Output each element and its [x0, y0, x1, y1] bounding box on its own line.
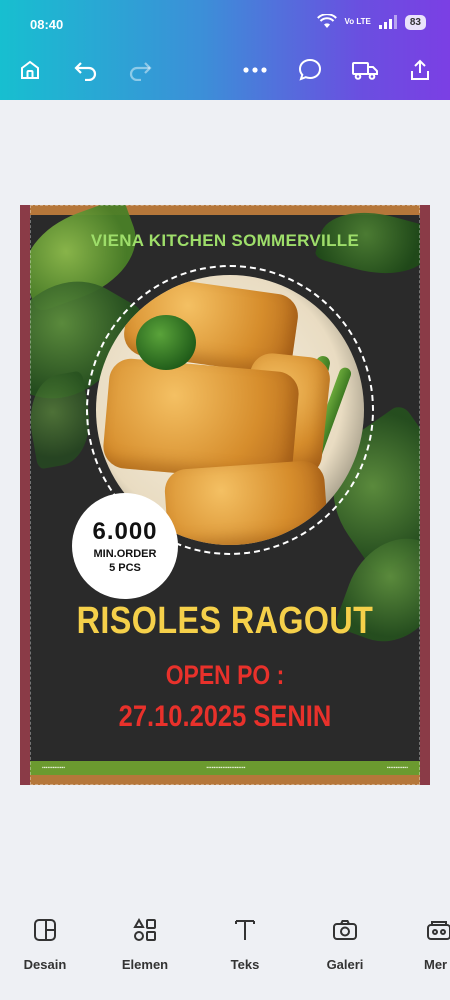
brand-name[interactable]: VIENA KITCHEN SOMMERVILLE — [30, 231, 420, 251]
nav-label: Teks — [230, 957, 260, 972]
text-icon — [235, 920, 255, 940]
undo-icon — [74, 62, 97, 81]
headline-title[interactable]: RISOLES RAGOUT — [59, 600, 391, 643]
badge-pcs: 5 PCS — [109, 562, 141, 574]
nav-item-desain[interactable]: Desain — [10, 917, 80, 972]
redo-icon — [129, 62, 152, 81]
share-icon — [411, 59, 429, 80]
signal-icon — [378, 15, 397, 29]
layout-icon — [34, 919, 56, 941]
status-icons: Vo LTE 83 — [316, 14, 426, 30]
nav-item-teks[interactable]: Teks — [210, 917, 280, 972]
badge-price: 6.000 — [92, 518, 158, 545]
frame-bottom — [30, 775, 420, 785]
comment-button[interactable] — [294, 54, 326, 86]
comment-icon — [298, 58, 322, 81]
bottom-navigation: Desain Elemen Teks Galeri Mer — [0, 905, 450, 1000]
wifi-icon — [316, 14, 337, 28]
open-date-text[interactable]: 27.10.2025 SENIN — [59, 700, 391, 734]
nav-item-galeri[interactable]: Galeri — [310, 917, 380, 972]
status-time: 08:40 — [30, 17, 64, 32]
camera-icon — [333, 920, 357, 940]
shapes-icon — [133, 917, 156, 941]
more-button[interactable] — [239, 54, 271, 86]
share-button[interactable] — [404, 54, 436, 86]
brand-icon — [427, 921, 450, 940]
top-app-bar: 08:40 Vo LTE 83 — [0, 0, 450, 100]
nav-label: Galeri — [326, 957, 364, 972]
badge-min-order: MIN.ORDER — [93, 548, 157, 560]
footer-text-left: ▪▪▪▪▪▪▪▪▪▪▪▪▪ — [42, 765, 66, 771]
more-icon — [243, 67, 267, 73]
status-bar: 08:40 Vo LTE 83 — [0, 0, 450, 50]
home-button[interactable] — [14, 54, 46, 86]
truck-icon — [352, 62, 378, 80]
footer-text-center: ▪▪▪▪▪▪▪▪▪▪▪▪▪▪▪▪▪▪▪▪▪▪ — [206, 765, 246, 771]
nav-label: Elemen — [121, 957, 169, 972]
open-po-text[interactable]: OPEN PO : — [59, 660, 391, 691]
footer-text-right: ▪▪▪▪▪▪▪▪▪▪▪▪ — [386, 765, 408, 771]
price-badge[interactable]: 6.000 MIN.ORDER 5 PCS — [72, 493, 178, 599]
nav-item-merek[interactable]: Mer — [406, 917, 450, 972]
nav-item-elemen[interactable]: Elemen — [110, 917, 180, 972]
nav-label: Mer — [424, 957, 448, 972]
redo-button[interactable] — [124, 54, 156, 86]
undo-button[interactable] — [70, 54, 102, 86]
design-canvas[interactable]: VIENA KITCHEN SOMMERVILLE 6.000 MIN.ORDE… — [20, 205, 430, 785]
nav-label: Desain — [23, 957, 67, 972]
footer-strip: ▪▪▪▪▪▪▪▪▪▪▪▪▪ ▪▪▪▪▪▪▪▪▪▪▪▪▪▪▪▪▪▪▪▪▪▪ ▪▪▪… — [30, 761, 420, 775]
volte-label: Vo LTE — [344, 17, 371, 26]
battery-indicator: 83 — [404, 14, 426, 30]
home-icon — [21, 60, 39, 79]
print-delivery-button[interactable] — [349, 54, 381, 86]
